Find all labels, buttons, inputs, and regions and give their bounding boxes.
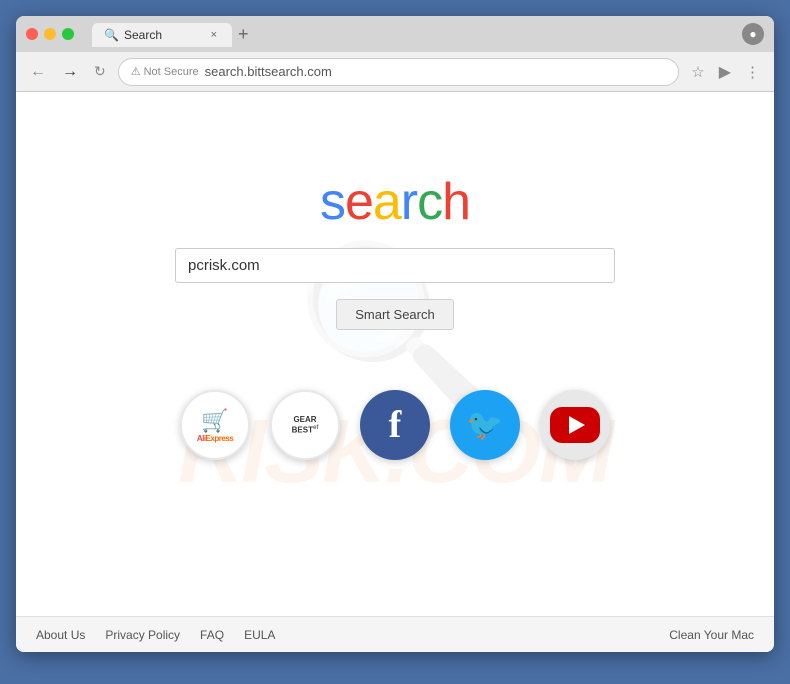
url-field[interactable]: ⚠ Not Secure search.bittsearch.com <box>118 58 680 86</box>
tab-close-button[interactable]: × <box>208 28 220 42</box>
privacy-policy-link[interactable]: Privacy Policy <box>105 628 180 642</box>
page-footer: About Us Privacy Policy FAQ EULA Clean Y… <box>16 616 774 652</box>
browser-window: 🔍 Search × + ● ← → ↻ ⚠ Not Secure search… <box>16 16 774 652</box>
more-options-button[interactable]: ⋮ <box>741 61 764 83</box>
search-input-wrapper <box>175 248 615 283</box>
aliexpress-cart-icon: 🛒 <box>201 408 228 434</box>
new-tab-button[interactable]: + <box>232 22 255 47</box>
security-indicator: ⚠ Not Secure <box>131 65 199 78</box>
youtube-play-icon <box>550 407 600 443</box>
eula-link[interactable]: EULA <box>244 628 275 642</box>
gearbest-icon: GEARBESTef <box>270 390 340 460</box>
facebook-icon: f <box>360 390 430 460</box>
title-bar: 🔍 Search × + ● <box>16 16 774 52</box>
aliexpress-icon: 🛒 AliExpress <box>180 390 250 460</box>
faq-link[interactable]: FAQ <box>200 628 224 642</box>
browser-tab[interactable]: 🔍 Search × <box>92 23 232 47</box>
url-text: search.bittsearch.com <box>205 64 667 79</box>
cast-button[interactable]: ▶ <box>715 60 735 84</box>
minimize-window-button[interactable] <box>44 28 56 40</box>
maximize-window-button[interactable] <box>62 28 74 40</box>
bookmark-button[interactable]: ☆ <box>687 61 708 83</box>
twitter-quick-link[interactable]: 🐦 <box>450 390 520 460</box>
user-account-icon[interactable]: ● <box>742 23 764 45</box>
logo-letter-a: a <box>373 173 401 231</box>
logo-letter-r: r <box>401 173 417 231</box>
footer-right-text: Clean Your Mac <box>669 628 754 642</box>
logo-letter-e: e <box>345 173 373 231</box>
traffic-lights <box>26 28 74 40</box>
refresh-button[interactable]: ↻ <box>90 61 110 82</box>
gearbest-quick-link[interactable]: GEARBESTef <box>270 390 340 460</box>
user-icon-symbol: ● <box>749 27 756 41</box>
tab-favicon: 🔍 <box>104 28 118 42</box>
tab-bar: 🔍 Search × + <box>92 22 734 47</box>
facebook-f-letter: f <box>389 403 402 447</box>
address-actions: ☆ ▶ ⋮ <box>687 60 764 84</box>
tab-title: Search <box>124 28 202 42</box>
twitter-bird-icon: 🐦 <box>466 408 503 443</box>
search-input[interactable] <box>175 248 615 283</box>
smart-search-button[interactable]: Smart Search <box>336 299 453 330</box>
quick-links: 🛒 AliExpress GEARBESTef f 🐦 <box>180 390 610 460</box>
aliexpress-text: AliExpress <box>197 434 233 443</box>
not-secure-label: Not Secure <box>144 66 199 78</box>
search-logo: search <box>320 172 470 232</box>
logo-letter-c: c <box>417 173 442 231</box>
aliexpress-quick-link[interactable]: 🛒 AliExpress <box>180 390 250 460</box>
back-button[interactable]: ← <box>26 61 50 83</box>
youtube-bg <box>550 407 600 443</box>
window-controls: ● <box>742 23 764 45</box>
logo-letter-h: h <box>442 173 470 231</box>
about-us-link[interactable]: About Us <box>36 628 85 642</box>
page-content: 🔍 risk.com search Smart Search 🛒 AliExpr <box>16 92 774 652</box>
address-bar: ← → ↻ ⚠ Not Secure search.bittsearch.com… <box>16 52 774 92</box>
youtube-play-triangle <box>569 416 585 434</box>
lock-icon: ⚠ <box>131 65 141 78</box>
gearbest-text: GEARBESTef <box>292 415 319 435</box>
facebook-quick-link[interactable]: f <box>360 390 430 460</box>
footer-links: About Us Privacy Policy FAQ EULA <box>36 628 669 642</box>
close-window-button[interactable] <box>26 28 38 40</box>
twitter-icon: 🐦 <box>450 390 520 460</box>
logo-letter-s: s <box>320 173 345 231</box>
search-section: search Smart Search <box>175 172 615 330</box>
forward-button[interactable]: → <box>58 61 82 83</box>
youtube-quick-link[interactable] <box>540 390 610 460</box>
youtube-icon <box>540 390 610 460</box>
